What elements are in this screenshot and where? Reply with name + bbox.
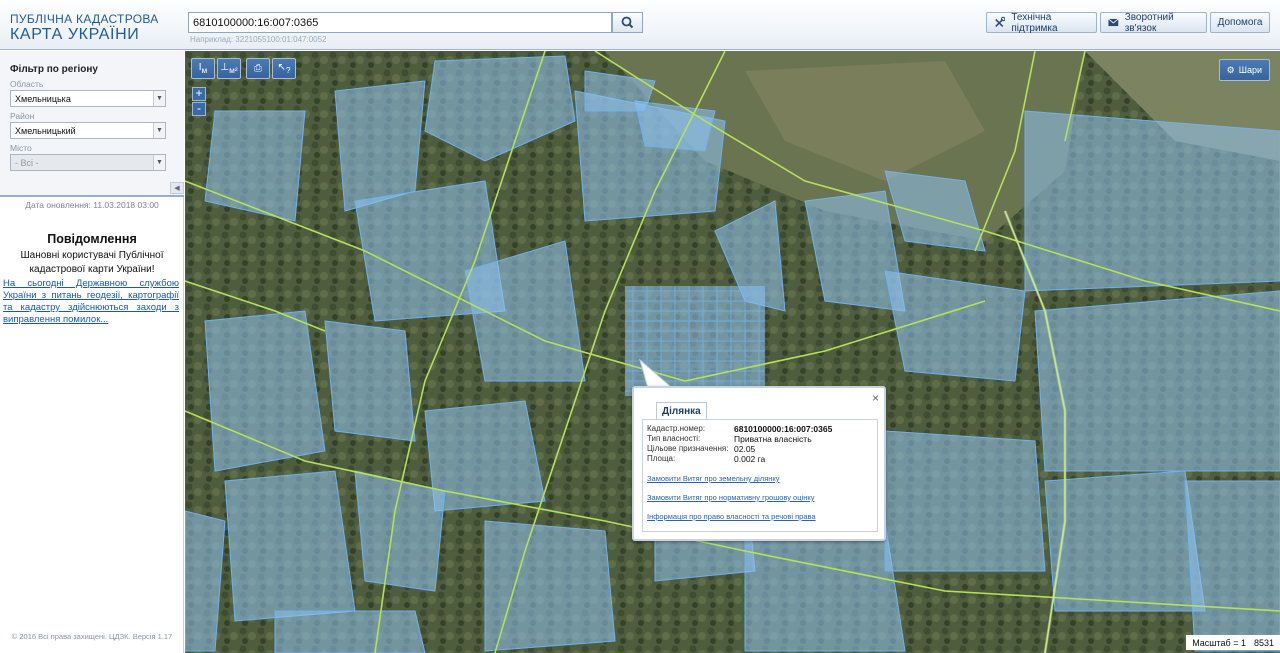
zoom-control: + - — [192, 87, 206, 117]
region-filter-panel: Фільтр по регіону Область Хмельницька ▼ … — [0, 51, 184, 197]
sidebar: Фільтр по регіону Область Хмельницька ▼ … — [0, 51, 184, 653]
chevron-down-icon: ▼ — [153, 91, 165, 106]
order-valuation-extract-link[interactable]: Замовити Витяг про нормативну грошову оц… — [647, 493, 814, 502]
chevron-left-icon: ◀ — [174, 185, 180, 192]
feedback-label: Зворотний зв'язок — [1124, 11, 1174, 34]
parcel-info-popup: × Ділянка Кадастр.номер: 6810100000:16:0… — [632, 386, 886, 541]
chevron-down-icon: ▼ — [153, 123, 165, 138]
cadastral-map[interactable]: Iм ⊥м² ⎙ ↖? + - ⚙ Шари Масштаб = 1 8531 — [185, 51, 1280, 653]
cursor-icon: ↖? — [277, 62, 291, 75]
notice-title: Повідомлення — [47, 232, 137, 246]
region-label: Область — [10, 79, 44, 89]
city-select[interactable]: - Всі - ▼ — [10, 154, 166, 171]
print-button[interactable]: ⎙ — [246, 58, 270, 79]
layers-button[interactable]: ⚙ Шари — [1218, 59, 1270, 81]
region-select[interactable]: Хмельницька ▼ — [10, 90, 166, 107]
technical-support-button[interactable]: Технічна підтримка — [986, 11, 1097, 34]
district-select[interactable]: Хмельницький ▼ — [10, 122, 166, 139]
zoom-in-button[interactable]: + — [192, 87, 206, 101]
cadastral-number-label: Кадастр.номер: — [647, 424, 706, 433]
area-label: Площа: — [647, 454, 676, 463]
ownership-type-value: Приватна власність — [734, 434, 812, 444]
cadastral-search-input[interactable] — [188, 12, 612, 33]
feedback-button[interactable]: Зворотний зв'язок — [1100, 11, 1207, 34]
identify-button[interactable]: ↖? — [272, 58, 296, 79]
district-select-value: Хмельницький — [15, 126, 76, 136]
scale-value: 8531 — [1253, 637, 1274, 648]
site-logo[interactable]: ПУБЛІЧНА КАДАСТРОВА КАРТА УКРАЇНИ — [10, 13, 159, 43]
city-label: Місто — [10, 143, 32, 153]
update-date: Дата оновлення: 11.03.2018 03:00 — [25, 200, 159, 210]
tools-icon — [995, 16, 1006, 27]
ownership-type-label: Тип власності: — [647, 434, 701, 443]
region-select-value: Хмельницька — [15, 94, 71, 104]
envelope-icon — [1108, 18, 1119, 27]
city-select-value: - Всі - — [15, 158, 39, 168]
purpose-value: 02.05 — [734, 444, 756, 454]
area-value: 0.002 га — [734, 454, 766, 464]
copyright: © 2016 Всі права захищені. ЦДЗК. Версія … — [11, 632, 173, 641]
area-ruler-icon: ⊥м² — [220, 62, 238, 75]
close-icon[interactable]: × — [872, 391, 879, 405]
logo-line-2: КАРТА УКРАЇНИ — [10, 26, 140, 43]
parcel-details: Кадастр.номер: 6810100000:16:007:0365 Ти… — [642, 419, 878, 532]
cadastral-number-value: 6810100000:16:007:0365 — [734, 424, 833, 434]
search-hint: Наприклад: 3221055100:01:047:0052 — [190, 35, 327, 44]
chevron-down-icon: ▼ — [153, 155, 165, 170]
satellite-map-layer[interactable] — [185, 51, 1280, 653]
search-icon — [621, 16, 634, 29]
printer-icon: ⎙ — [254, 63, 262, 74]
measure-distance-button[interactable]: Iм — [191, 58, 215, 79]
zoom-out-button[interactable]: - — [192, 102, 206, 116]
header: ПУБЛІЧНА КАДАСТРОВА КАРТА УКРАЇНИ Наприк… — [0, 0, 1280, 50]
purpose-label: Цільове призначення: — [647, 444, 729, 453]
scale-indicator: Масштаб = 1 8531 — [1186, 635, 1280, 650]
notice-text: Шановні користувачі Публічної кадастрово… — [20, 250, 164, 275]
technical-support-label: Технічна підтримка — [1011, 11, 1058, 34]
ownership-info-link[interactable]: Інформація про право власності та речові… — [647, 512, 816, 521]
ruler-icon: Iм — [198, 62, 208, 75]
measure-area-button[interactable]: ⊥м² — [217, 58, 241, 79]
filter-title: Фільтр по регіону — [10, 64, 98, 75]
layers-label: Шари — [1238, 65, 1262, 75]
help-label: Допомога — [1217, 17, 1263, 28]
district-label: Район — [10, 111, 35, 121]
map-toolbar: Iм ⊥м² ⎙ ↖? — [191, 58, 296, 79]
logo-line-1: ПУБЛІЧНА КАДАСТРОВА — [10, 12, 159, 26]
help-button[interactable]: Допомога — [1210, 12, 1270, 33]
tab-parcel[interactable]: Ділянка — [656, 402, 707, 420]
scale-label: Масштаб = 1 — [1192, 637, 1246, 648]
collapse-sidebar-button[interactable]: ◀ — [170, 182, 184, 194]
search-button[interactable] — [612, 12, 643, 33]
notice-link[interactable]: На сьогодні Державною службою України з … — [3, 278, 179, 326]
order-parcel-extract-link[interactable]: Замовити Витяг про земельну ділянку — [647, 474, 780, 483]
gear-icon: ⚙ — [1226, 64, 1235, 75]
